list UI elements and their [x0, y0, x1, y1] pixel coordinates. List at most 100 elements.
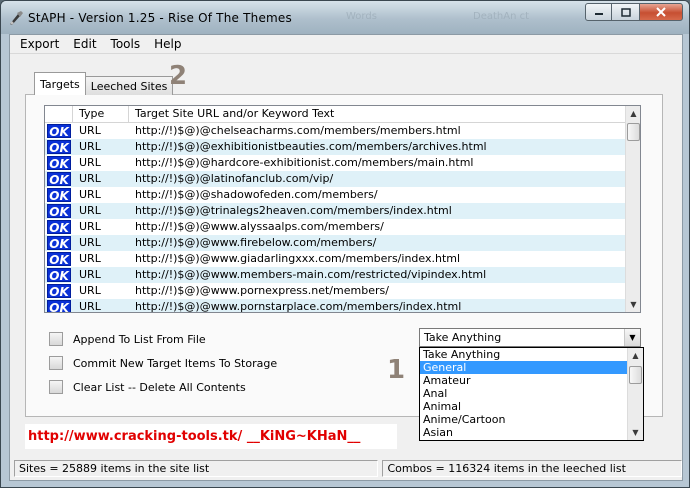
clear-checkbox[interactable] [49, 380, 63, 394]
row-type: URL [79, 268, 101, 281]
dropdown-option[interactable]: General [420, 361, 627, 374]
row-type: URL [79, 204, 101, 217]
table-row[interactable]: OK URL http://!)$@)@www.pornstarplace.com/… [45, 299, 627, 312]
menu-bar: Export Edit Tools Help [10, 35, 682, 54]
status-badge: OK [47, 156, 71, 171]
append-label: Append To List From File [73, 332, 206, 346]
list-body: OK URL http://!)$@)@chelseacharms.com/memb… [45, 123, 627, 312]
tab-targets[interactable]: Targets [34, 72, 86, 95]
list-header: Type Target Site URL and/or Keyword Text [45, 106, 627, 123]
table-row[interactable]: OK URL http://!)$@)@latinofanclub.com/vip/ [45, 171, 627, 187]
row-url: http://!)$@)@www.firebelow.com/members/ [135, 236, 377, 249]
title-bar[interactable]: StAPH - Version 1.25 - Rise Of The Theme… [1, 1, 689, 34]
scroll-down-icon[interactable]: ▼ [628, 425, 643, 440]
background-window-title: DeathAn ct [473, 11, 530, 22]
row-url: http://!)$@)@chelseacharms.com/members/m… [135, 124, 461, 137]
chevron-down-icon[interactable]: ▼ [624, 329, 640, 346]
status-badge: OK [47, 220, 71, 235]
header-url[interactable]: Target Site URL and/or Keyword Text [129, 106, 627, 122]
row-url: http://!)$@)@www.pornexpress.net/members… [135, 284, 389, 297]
main-window: StAPH - Version 1.25 - Rise Of The Theme… [0, 0, 690, 488]
row-type: URL [79, 172, 101, 185]
scroll-up-icon[interactable]: ▲ [626, 106, 641, 121]
tab-annotation-marker: 2 [169, 61, 188, 91]
status-badge: OK [47, 252, 71, 267]
menu-help[interactable]: Help [148, 37, 187, 51]
dropdown-option[interactable]: Animal [420, 400, 627, 413]
category-select[interactable]: Take Anything ▼ [419, 328, 641, 347]
row-type: URL [79, 236, 101, 249]
table-row[interactable]: OK URL http://!)$@)@www.alyssaalps.com/mem… [45, 219, 627, 235]
close-icon [656, 7, 666, 17]
table-row[interactable]: OK URL http://!)$@)@www.giadarlingxxx.com/… [45, 251, 627, 267]
append-option[interactable]: Append To List From File [49, 332, 206, 346]
header-status[interactable] [45, 106, 73, 122]
tab-strip: Targets Leeched Sites [34, 72, 174, 95]
scroll-down-icon[interactable]: ▼ [626, 297, 641, 312]
status-badge: OK [47, 284, 71, 299]
table-row[interactable]: OK URL http://!)$@)@www.members-main.com/r… [45, 267, 627, 283]
status-combos: Combos = 116324 items in the leeched lis… [382, 460, 682, 477]
status-badge: OK [47, 268, 71, 283]
table-row[interactable]: OK URL http://!)$@)@hardcore-exhibitionist… [45, 155, 627, 171]
table-row[interactable]: OK URL http://!)$@)@www.pornexpress.net/me… [45, 283, 627, 299]
close-button[interactable] [639, 3, 683, 21]
status-badge: OK [47, 188, 71, 203]
table-row[interactable]: OK URL http://!)$@)@www.firebelow.com/memb… [45, 235, 627, 251]
credit-banner: http://www.cracking-tools.tk/ __KiNG~KHa… [25, 424, 397, 449]
dropdown-option[interactable]: Anime/Cartoon [420, 413, 627, 426]
menu-edit[interactable]: Edit [67, 37, 102, 51]
clear-label: Clear List -- Delete All Contents [73, 380, 246, 394]
minimize-button[interactable] [585, 3, 612, 21]
header-type[interactable]: Type [73, 106, 129, 122]
dropdown-scrollbar[interactable]: ▲ ▼ [627, 348, 643, 440]
append-checkbox[interactable] [49, 332, 63, 346]
dropdown-annotation-marker: 1 [387, 355, 406, 385]
dropdown-option[interactable]: Take Anything [420, 348, 627, 361]
row-url: http://!)$@)@exhibitionistbeauties.com/m… [135, 140, 487, 153]
row-url: http://!)$@)@trinalegs2heaven.com/member… [135, 204, 452, 217]
row-url: http://!)$@)@www.alyssaalps.com/members/ [135, 220, 384, 233]
maximize-button[interactable] [612, 3, 639, 21]
status-badge: OK [47, 236, 71, 251]
scroll-thumb[interactable] [627, 123, 640, 141]
dropdown-option[interactable]: Anal [420, 387, 627, 400]
row-type: URL [79, 188, 101, 201]
row-url: http://!)$@)@latinofanclub.com/vip/ [135, 172, 334, 185]
row-type: URL [79, 124, 101, 137]
table-row[interactable]: OK URL http://!)$@)@exhibitionistbeauties.… [45, 139, 627, 155]
row-type: URL [79, 140, 101, 153]
clear-option[interactable]: Clear List -- Delete All Contents [49, 380, 246, 394]
dropdown-option[interactable]: Asian [420, 426, 627, 439]
row-url: http://!)$@)@www.giadarlingxxx.com/membe… [135, 252, 461, 265]
menu-tools[interactable]: Tools [105, 37, 147, 51]
target-list[interactable]: Type Target Site URL and/or Keyword Text… [44, 105, 641, 313]
table-row[interactable]: OK URL http://!)$@)@trinalegs2heaven.com/m… [45, 203, 627, 219]
status-sites: Sites = 25889 items in the site list [14, 460, 379, 477]
row-url: http://!)$@)@shadowofeden.com/members/ [135, 188, 378, 201]
app-logo-icon [8, 10, 24, 26]
credit-text: http://www.cracking-tools.tk/ __KiNG~KHa… [28, 429, 361, 444]
scroll-up-icon[interactable]: ▲ [628, 348, 643, 363]
menu-export[interactable]: Export [14, 37, 65, 51]
category-dropdown-list: Take Anything General Amateur Anal Animal Ani… [419, 347, 644, 441]
row-type: URL [79, 156, 101, 169]
table-row[interactable]: OK URL http://!)$@)@shadowofeden.com/membe… [45, 187, 627, 203]
commit-option[interactable]: Commit New Target Items To Storage [49, 356, 277, 370]
list-scrollbar[interactable]: ▲ ▼ [625, 106, 640, 312]
commit-checkbox[interactable] [49, 356, 63, 370]
table-row[interactable]: OK URL http://!)$@)@chelseacharms.com/memb… [45, 123, 627, 139]
scroll-thumb[interactable] [629, 366, 642, 384]
status-badge: OK [47, 140, 71, 155]
background-window-title: Words [346, 11, 377, 22]
maximize-icon [620, 7, 631, 17]
tab-leeched-sites[interactable]: Leeched Sites [84, 76, 174, 95]
status-badge: OK [47, 300, 71, 312]
status-badge: OK [47, 172, 71, 187]
row-type: URL [79, 252, 101, 265]
row-url: http://!)$@)@www.members-main.com/restri… [135, 268, 487, 281]
row-url: http://!)$@)@www.pornstarplace.com/membe… [135, 300, 462, 312]
dropdown-option[interactable]: Amateur [420, 374, 627, 387]
row-url: http://!)$@)@hardcore-exhibitionist.com/… [135, 156, 474, 169]
row-type: URL [79, 300, 101, 312]
